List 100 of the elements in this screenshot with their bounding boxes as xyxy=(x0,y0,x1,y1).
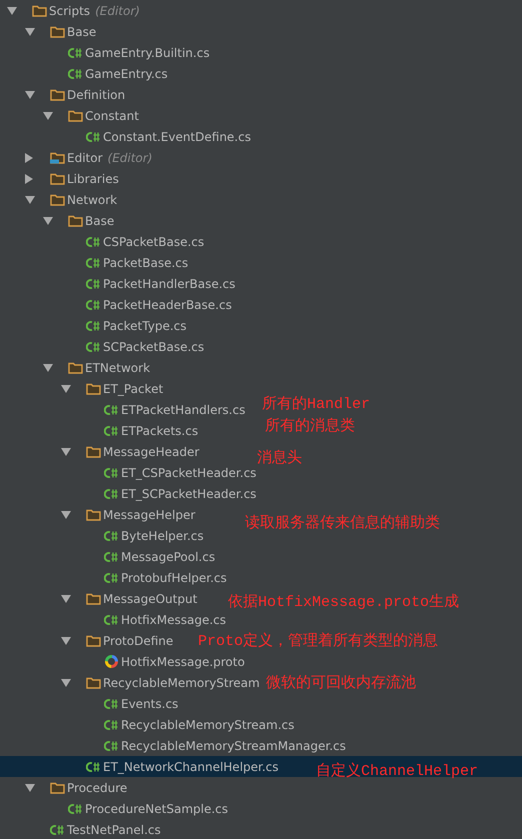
expand-arrow-icon[interactable] xyxy=(25,174,33,184)
tree-row[interactable]: Base xyxy=(0,21,96,42)
tree-row[interactable]: Definition xyxy=(0,84,126,105)
expand-arrow-icon[interactable] xyxy=(25,152,33,162)
collapse-arrow-icon[interactable] xyxy=(7,6,17,14)
tree-row[interactable]: HotfixMessage.cs xyxy=(0,609,226,630)
tree-row[interactable]: ProtobufHelper.cs xyxy=(0,567,227,588)
tree-row[interactable]: MessageHelper xyxy=(0,504,196,525)
folder-name: MessageHeader xyxy=(103,444,200,458)
folder-name: MessageOutput xyxy=(103,592,198,606)
collapse-arrow-icon[interactable] xyxy=(61,448,71,456)
tree-row[interactable]: ETNetwork xyxy=(0,357,150,378)
collapse-arrow-icon[interactable] xyxy=(61,678,71,686)
folder-icon xyxy=(50,25,65,38)
tree-row[interactable]: Editor (Editor) xyxy=(0,147,152,168)
file-name: PacketBase.cs xyxy=(103,256,188,270)
tree-row[interactable]: Events.cs xyxy=(0,693,178,714)
file-name: GameEntry.Builtin.cs xyxy=(85,46,210,60)
folder-name: ETNetwork xyxy=(85,360,150,374)
tree-row[interactable]: MessagePool.cs xyxy=(0,546,216,567)
csharp-file-icon xyxy=(68,46,83,58)
tree-row[interactable]: PacketBase.cs xyxy=(0,252,188,273)
collapse-arrow-icon[interactable] xyxy=(43,112,53,120)
collapse-arrow-icon[interactable] xyxy=(25,784,35,792)
collapse-arrow-icon[interactable] xyxy=(43,216,53,224)
csharp-file-icon xyxy=(86,278,101,290)
csharp-file-icon xyxy=(104,550,119,562)
collapse-arrow-icon[interactable] xyxy=(25,28,35,36)
tree-row[interactable]: Network xyxy=(0,189,118,210)
folder-name: Base xyxy=(85,214,114,228)
csharp-file-icon xyxy=(86,760,101,772)
collapse-arrow-icon[interactable] xyxy=(25,196,35,204)
tree-row[interactable]: ETPacketHandlers.cs xyxy=(0,399,246,420)
csharp-file-icon xyxy=(104,530,119,542)
folder-icon xyxy=(50,781,65,794)
tree-row[interactable]: GameEntry.cs xyxy=(0,63,168,84)
tree-row[interactable]: Libraries xyxy=(0,168,119,189)
tree-row[interactable]: RecyclableMemoryStreamManager.cs xyxy=(0,735,346,756)
collapse-arrow-icon[interactable] xyxy=(61,384,71,392)
collapse-arrow-icon[interactable] xyxy=(43,364,53,372)
csharp-file-icon xyxy=(86,320,101,332)
folder-name: Procedure xyxy=(67,780,128,794)
file-name: PacketHandlerBase.cs xyxy=(103,276,236,290)
collapse-arrow-icon[interactable] xyxy=(61,594,71,602)
file-name: RecyclableMemoryStream.cs xyxy=(121,718,294,732)
file-name: TestNetPanel.cs xyxy=(67,822,161,836)
tree-row[interactable]: TestNetPanel.cs xyxy=(0,819,161,839)
file-name: ET_NetworkChannelHelper.cs xyxy=(103,760,279,774)
tree-row[interactable]: PacketType.cs xyxy=(0,315,186,336)
tree-row[interactable]: PacketHeaderBase.cs xyxy=(0,294,232,315)
folder-name: Base xyxy=(67,24,96,38)
folder-name: RecyclableMemoryStream xyxy=(103,676,260,690)
tree-row[interactable]: RecyclableMemoryStream.cs xyxy=(0,714,294,735)
annotation: 读取服务器传来信息的辅助类 xyxy=(245,514,440,532)
folder-name: Editor xyxy=(67,150,103,164)
tree-row[interactable]: ET_Packet xyxy=(0,378,164,399)
collapse-arrow-icon[interactable] xyxy=(61,510,71,518)
tree-row[interactable]: MessageOutput xyxy=(0,588,198,609)
csharp-file-icon xyxy=(104,718,119,730)
tree-row[interactable]: Constant.EventDefine.cs xyxy=(0,126,251,147)
folder-icon xyxy=(86,508,101,521)
tree-row[interactable]: Base xyxy=(0,210,114,231)
folder-icon xyxy=(50,151,65,164)
file-name: RecyclableMemoryStreamManager.cs xyxy=(121,738,346,752)
folder-name: MessageHelper xyxy=(103,508,196,522)
tree-row[interactable]: ET_CSPacketHeader.cs xyxy=(0,462,256,483)
tree-row[interactable]: ETPackets.cs xyxy=(0,420,198,441)
folder-name: Libraries xyxy=(67,172,119,186)
file-name: PacketType.cs xyxy=(103,318,186,332)
csharp-file-icon xyxy=(86,298,101,310)
folder-icon xyxy=(50,193,65,206)
folder-icon xyxy=(50,88,65,101)
collapse-arrow-icon[interactable] xyxy=(61,636,71,644)
csharp-file-icon xyxy=(68,68,83,80)
file-name: PacketHeaderBase.cs xyxy=(103,298,232,312)
tree-row[interactable]: Scripts (Editor) xyxy=(0,0,140,21)
tree-row[interactable]: CSPacketBase.cs xyxy=(0,231,204,252)
file-name: HotfixMessage.cs xyxy=(121,612,226,626)
tree-row[interactable]: RecyclableMemoryStream xyxy=(0,672,260,693)
tree-row[interactable]: GameEntry.Builtin.cs xyxy=(0,42,210,63)
csharp-file-icon xyxy=(86,256,101,268)
folder-icon xyxy=(68,361,83,374)
collapse-arrow-icon[interactable] xyxy=(25,90,35,98)
annotation: 微软的可回收内存流池 xyxy=(266,673,416,692)
tree-row[interactable]: Procedure xyxy=(0,777,128,798)
folder-icon xyxy=(32,4,47,17)
tree-row[interactable]: HotfixMessage.proto xyxy=(0,651,245,672)
tree-row[interactable]: PacketHandlerBase.cs xyxy=(0,273,236,294)
tree-row[interactable]: ProcedureNetSample.cs xyxy=(0,798,228,819)
file-name: ETPacketHandlers.cs xyxy=(121,402,246,416)
csharp-file-icon xyxy=(68,802,83,814)
tree-row[interactable]: ET_SCPacketHeader.cs xyxy=(0,483,256,504)
tree-row[interactable]: ProtoDefine xyxy=(0,630,174,651)
tree-row[interactable]: SCPacketBase.cs xyxy=(0,336,204,357)
tree-row[interactable]: MessageHeader xyxy=(0,441,200,462)
tree-row[interactable]: Constant xyxy=(0,105,139,126)
file-name: ET_SCPacketHeader.cs xyxy=(121,486,256,500)
tree-row[interactable]: ByteHelper.cs xyxy=(0,525,204,546)
csharp-file-icon xyxy=(104,404,119,416)
proto-file-icon xyxy=(104,654,119,669)
